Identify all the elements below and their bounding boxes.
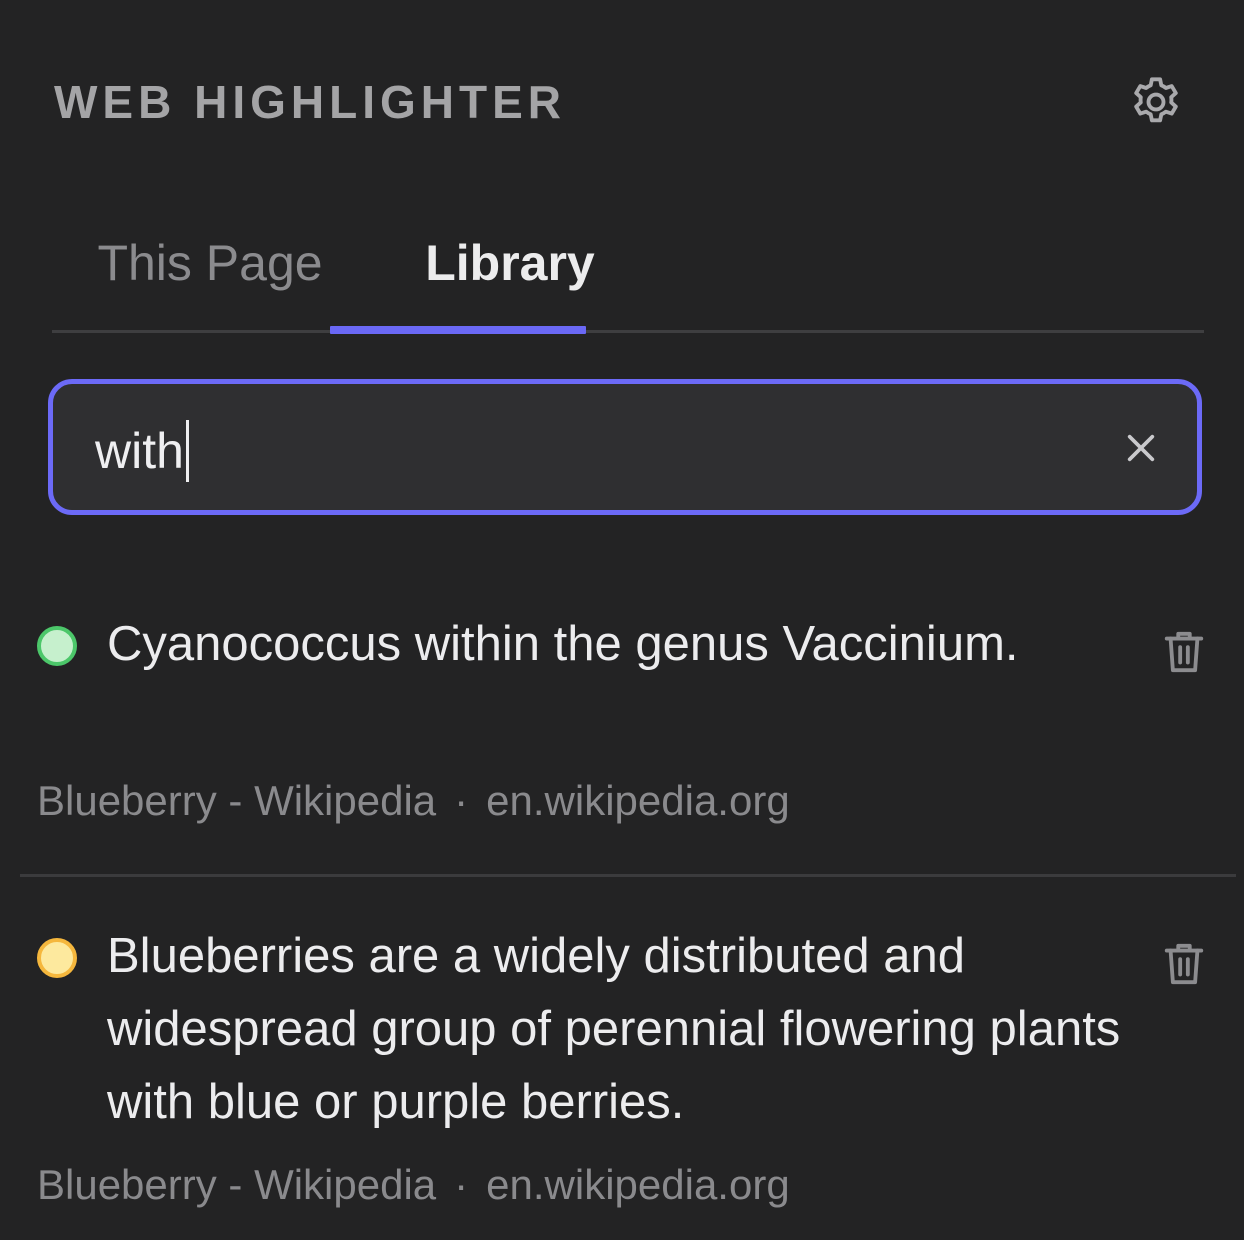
tab-bar: This Page Library xyxy=(52,220,1204,334)
highlight-source: Blueberry - Wikipedia · en.wikipedia.org xyxy=(37,1160,790,1210)
delete-highlight-button[interactable] xyxy=(1158,938,1210,990)
tab-library[interactable]: Library xyxy=(382,220,638,334)
tab-this-page[interactable]: This Page xyxy=(70,220,350,334)
source-page-title: Blueberry - Wikipedia xyxy=(37,1161,437,1208)
item-divider xyxy=(20,874,1236,877)
source-domain: en.wikipedia.org xyxy=(486,777,790,824)
highlight-color-dot xyxy=(37,938,77,978)
text-cursor xyxy=(186,420,189,482)
source-page-title: Blueberry - Wikipedia xyxy=(37,777,437,824)
trash-icon xyxy=(1164,943,1204,985)
web-highlighter-panel: WEB HIGHLIGHTER This Page Library with C… xyxy=(0,0,1244,1240)
highlight-color-dot xyxy=(37,626,77,666)
gear-icon xyxy=(1134,77,1178,123)
settings-button[interactable] xyxy=(1124,70,1188,134)
delete-highlight-button[interactable] xyxy=(1158,626,1210,678)
active-tab-indicator xyxy=(330,326,586,334)
highlight-text: Cyanococcus within the genus Vaccinium. xyxy=(107,617,1019,671)
search-input[interactable]: with xyxy=(95,422,184,480)
search-field[interactable]: with xyxy=(48,379,1202,515)
source-separator: · xyxy=(454,1161,469,1208)
trash-icon xyxy=(1164,631,1204,673)
source-domain: en.wikipedia.org xyxy=(486,1161,790,1208)
source-separator: · xyxy=(454,777,469,824)
app-title: WEB HIGHLIGHTER xyxy=(54,76,566,128)
highlight-text: Blueberries are a widely distributed and… xyxy=(107,929,1121,1129)
highlight-source: Blueberry - Wikipedia · en.wikipedia.org xyxy=(37,776,790,826)
close-icon xyxy=(1127,434,1155,462)
tab-divider xyxy=(52,330,1204,333)
clear-search-button[interactable] xyxy=(1117,424,1165,472)
